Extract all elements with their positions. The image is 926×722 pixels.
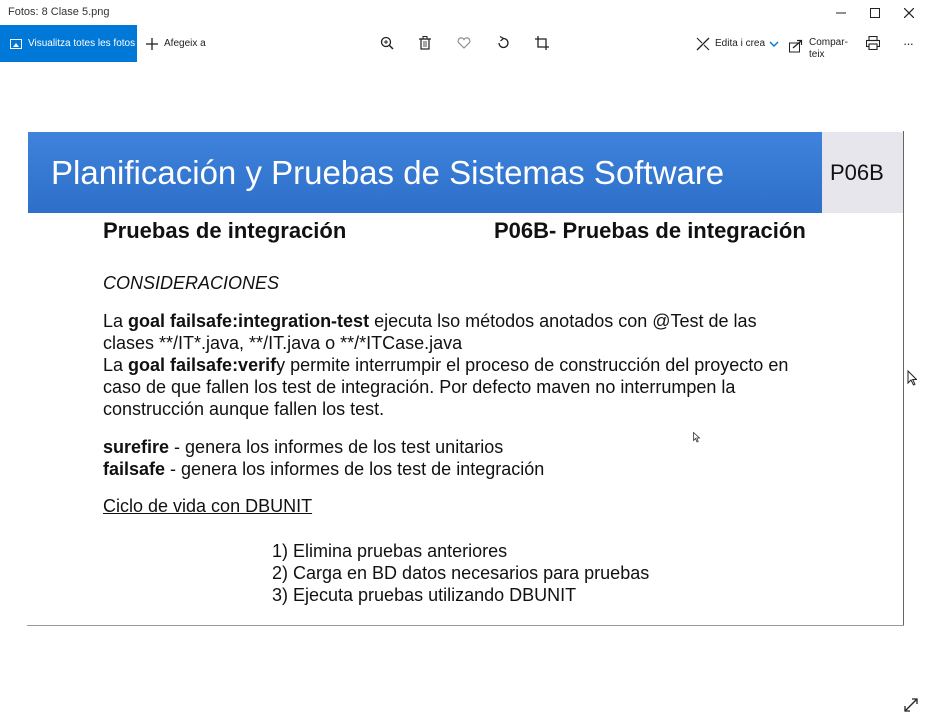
- print-button[interactable]: [864, 34, 882, 52]
- para1-line4: caso de que fallen los test de integraci…: [103, 377, 736, 397]
- slide-code: P06B: [830, 160, 884, 185]
- edit-create-button[interactable]: Edita i crea: [696, 25, 779, 62]
- rotate-button[interactable]: [494, 34, 512, 52]
- share-icon: [789, 39, 803, 53]
- text-run: - genera los informes de los test unitar…: [169, 437, 504, 457]
- text-run: y permite interrumpir el proceso de cons…: [276, 355, 789, 375]
- text-run: La: [103, 355, 129, 375]
- chevron-down-icon: [769, 41, 779, 47]
- heading-right: P06B- Pruebas de integración: [494, 218, 806, 243]
- maximize-button[interactable]: [858, 0, 892, 25]
- slide-border-right: [903, 131, 904, 626]
- para1-line5: construcción aunque fallen los test.: [103, 399, 385, 419]
- trash-icon: [419, 36, 431, 50]
- crop-button[interactable]: [533, 34, 551, 52]
- para1-line3: La goal failsafe:verify permite interrum…: [103, 354, 788, 376]
- title-bar: Fotos: 8 Clase 5.png: [0, 0, 926, 25]
- text-run: ejecuta lso métodos anotados con @Test d…: [369, 311, 757, 331]
- considerations-label: CONSIDERACIONES: [103, 273, 280, 293]
- minimize-icon: [836, 12, 846, 13]
- text-run-bold: goal failsafe:verif: [128, 355, 277, 375]
- zoom-button[interactable]: [378, 34, 396, 52]
- minimize-button[interactable]: [824, 0, 858, 25]
- more-icon: ···: [903, 36, 914, 51]
- toolbar: Visualitza totes les fotos Afegeix a Edi…: [0, 25, 926, 62]
- failsafe-line: failsafe - genera los informes de los te…: [103, 458, 544, 480]
- close-icon: [904, 7, 914, 18]
- code-box: P06B: [822, 132, 903, 213]
- text-run-bold: failsafe: [103, 459, 166, 479]
- share-button[interactable]: Compar- teix: [789, 25, 848, 62]
- view-all-photos-label: Visualitza totes les fotos: [28, 38, 136, 49]
- edit-icon: [696, 37, 710, 50]
- para1-line1: La goal failsafe:integration-test ejecut…: [103, 310, 757, 332]
- heart-icon: [457, 37, 471, 49]
- text-run-bold: surefire: [103, 437, 170, 457]
- pointer-cursor-icon: [693, 432, 701, 443]
- window-title: Fotos: 8 Clase 5.png: [8, 6, 110, 18]
- text-run: - genera los informes de los test de int…: [165, 459, 545, 479]
- maximize-icon: [870, 7, 880, 18]
- step-1: 1) Elimina pruebas anteriores: [272, 541, 508, 561]
- view-all-photos-button[interactable]: Visualitza totes les fotos: [0, 25, 137, 62]
- slide-border-bottom: [27, 625, 904, 626]
- delete-button[interactable]: [416, 34, 434, 52]
- expand-icon[interactable]: [904, 698, 918, 712]
- add-to-button[interactable]: Afegeix a: [146, 25, 206, 62]
- step-2: 2) Carga en BD datos necesarios para pru…: [272, 563, 650, 583]
- surefire-line: surefire - genera los informes de los te…: [103, 436, 503, 458]
- rotate-icon: [498, 36, 509, 49]
- edit-create-label: Edita i crea: [715, 38, 766, 49]
- more-button[interactable]: ···: [903, 25, 914, 62]
- print-icon: [866, 36, 880, 50]
- share-label-2: teix: [809, 49, 825, 60]
- heading-left: Pruebas de integración: [103, 218, 347, 243]
- slide-banner: Planificación y Pruebas de Sistemas Soft…: [28, 132, 822, 213]
- banner-title: Planificación y Pruebas de Sistemas Soft…: [51, 154, 725, 191]
- step-3: 3) Ejecuta pruebas utilizando DBUNIT: [272, 585, 577, 605]
- zoom-icon: [380, 36, 394, 50]
- cycle-heading: Ciclo de vida con DBUNIT: [103, 496, 313, 516]
- share-label-1: Compar-: [809, 37, 848, 48]
- photos-icon: [10, 38, 22, 49]
- add-to-label: Afegeix a: [164, 38, 206, 49]
- close-button[interactable]: [892, 0, 926, 25]
- plus-icon: [146, 37, 158, 50]
- favorite-button[interactable]: [455, 34, 473, 52]
- text-run-bold: goal failsafe:integration-test: [128, 311, 370, 331]
- text-run: La: [103, 311, 129, 331]
- para1-line2: clases **/IT*.java, **/IT.java o **/*ITC…: [103, 333, 463, 353]
- crop-icon: [535, 36, 549, 50]
- next-arrow-icon[interactable]: [907, 370, 917, 386]
